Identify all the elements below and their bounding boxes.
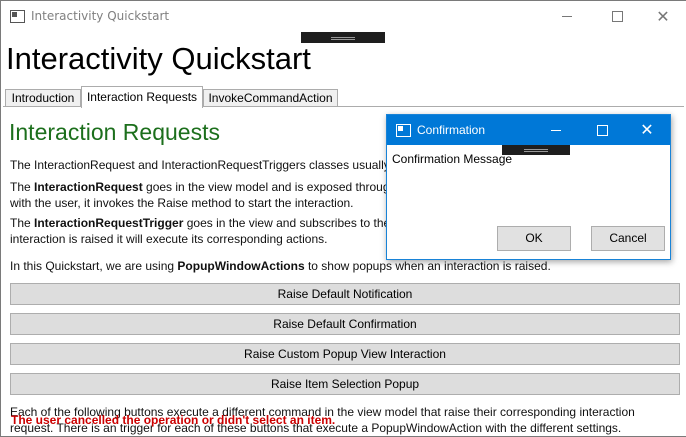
dialog-maximize-button[interactable] [579, 115, 625, 145]
dialog-close-button[interactable]: ✕ [624, 115, 670, 145]
paragraph-interaction-request: The InteractionRequest goes in the view … [10, 179, 390, 211]
dialog-debug-toolbar[interactable] [502, 145, 570, 155]
debug-toolbar[interactable] [301, 32, 385, 43]
bold-term: InteractionRequest [34, 180, 143, 194]
section-heading: Interaction Requests [9, 119, 220, 145]
close-button[interactable]: ✕ [640, 1, 686, 32]
dialog-window-icon [396, 124, 411, 137]
ok-button[interactable]: OK [497, 226, 571, 251]
text-segment: to show popups when an interaction is ra… [304, 259, 551, 273]
bold-term: PopupWindowActions [177, 259, 305, 273]
dialog-message: Confirmation Message [392, 152, 513, 166]
dialog-minimize-button[interactable] [533, 115, 579, 145]
tab-interaction-requests[interactable]: Interaction Requests [81, 86, 203, 108]
text-segment: goes in the view model and is exposed th… [142, 180, 390, 194]
raise-custom-popup-button[interactable]: Raise Custom Popup View Interaction [10, 343, 680, 365]
text-segment: The [10, 180, 35, 194]
text-segment: goes in the view and subscribes to the [183, 216, 391, 230]
paragraph-intro: The InteractionRequest and InteractionRe… [10, 158, 402, 172]
text-segment: interaction is raised it will execute it… [10, 232, 328, 246]
raise-item-selection-button[interactable]: Raise Item Selection Popup [10, 373, 680, 395]
bold-term: InteractionRequestTrigger [34, 216, 184, 230]
minimize-icon [551, 129, 561, 131]
paragraph-popup-actions: In this Quickstart, we are using PopupWi… [10, 258, 551, 274]
close-icon: ✕ [656, 7, 670, 26]
paragraph-interaction-request-trigger: The InteractionRequestTrigger goes in th… [10, 215, 390, 247]
window-icon [10, 10, 25, 23]
close-icon: ✕ [640, 122, 654, 139]
raise-default-confirmation-button[interactable]: Raise Default Confirmation [10, 313, 680, 335]
minimize-button[interactable] [544, 1, 590, 32]
text-segment: The [10, 216, 35, 230]
text-segment: In this Quickstart, we are using [10, 259, 178, 273]
confirmation-dialog: Confirmation ✕ Confirmation Message OK C… [386, 114, 671, 260]
cancel-button[interactable]: Cancel [591, 226, 665, 251]
text-segment: with the user, it invokes the Raise meth… [10, 196, 354, 210]
minimize-icon [562, 16, 572, 17]
window-title: Interactivity Quickstart [31, 9, 170, 23]
status-message: The user cancelled the operation or didn… [11, 413, 336, 427]
maximize-button[interactable] [594, 1, 640, 32]
maximize-icon [596, 124, 608, 136]
maximize-icon [611, 11, 623, 22]
raise-default-notification-button[interactable]: Raise Default Notification [10, 283, 680, 305]
app-heading: Interactivity Quickstart [6, 41, 311, 76]
dialog-title-bar[interactable]: Confirmation ✕ [387, 115, 670, 145]
dialog-title: Confirmation [417, 123, 486, 137]
title-bar[interactable]: Interactivity Quickstart ✕ [1, 1, 686, 32]
